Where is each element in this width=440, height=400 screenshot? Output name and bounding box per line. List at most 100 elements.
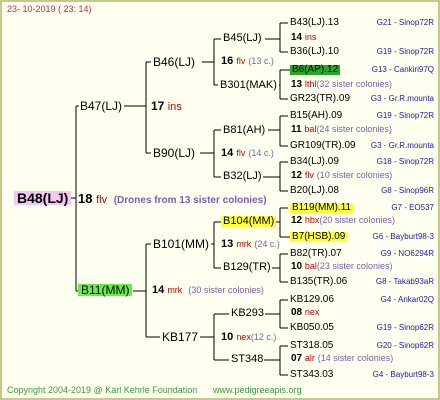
gen4-queen-number: 13 — [291, 79, 303, 90]
gen4-queen-info: 07 alr (14 sister colonies) — [291, 354, 393, 364]
gen4-queen-name[interactable]: ST348 — [231, 354, 263, 365]
gen4-queen-info: 12 flv (10 sister colonies) — [291, 171, 392, 181]
gen3-queen-number: 16 — [221, 55, 234, 67]
gen4-sister-note: (14 sister colonies) — [317, 353, 394, 363]
gen5-queen-name[interactable]: KB129.06 — [290, 295, 334, 305]
gen4-sister-note: (32 sister colonies) — [316, 79, 392, 89]
gen5-origin: G9 - NO6294R — [380, 249, 434, 258]
gen4-queen-name[interactable]: KB293 — [231, 308, 264, 319]
gen4-sister-note: (23 sister colonies) — [316, 261, 393, 271]
gen2-queen-name[interactable]: B11(MM) — [78, 284, 133, 296]
gen5-queen-name[interactable]: B34(LJ).09 — [290, 157, 339, 167]
gen3-queen-info: 10 nex(12 c.) — [221, 332, 276, 343]
gen2-queen-tag: mrk — [167, 285, 183, 295]
gen5-origin: G21 - Sinop72R — [376, 18, 434, 27]
gen5-queen-name[interactable]: B43(LJ).13 — [290, 18, 339, 28]
gen4-queen-info: 11 bal(24 sister colonies) — [291, 125, 392, 135]
gen3-queen-tag: nex — [236, 332, 251, 342]
gen3-queen-tag: flv — [236, 56, 246, 66]
gen3-queen-tag: mrk — [236, 239, 252, 249]
gen5-queen-name[interactable]: KB050.05 — [290, 323, 334, 333]
gen4-queen-number: 12 — [291, 215, 303, 226]
gen3-queen-name[interactable]: B101(MM) — [153, 238, 209, 250]
gen4-queen-tag: alr — [304, 353, 315, 363]
gen5-origin: G19 - Sinop72R — [376, 111, 434, 120]
gen4-queen-tag: lthl — [304, 79, 317, 89]
gen4-queen-tag: bal — [304, 261, 317, 271]
gen4-queen-tag: hbx — [304, 215, 320, 225]
gen4-queen-tag: ins — [304, 32, 317, 42]
gen4-queen-info: 13 lthl(32 sister colonies) — [291, 80, 392, 90]
root-drone-note: (Drones from 13 sister colonies) — [113, 195, 267, 206]
root-queen-name[interactable]: B48(LJ) — [14, 191, 72, 205]
gen3-sister-note: (12 c.) — [250, 332, 277, 342]
gen3-queen-number: 13 — [221, 238, 234, 250]
gen2-queen-number: 14 — [152, 284, 165, 296]
gen4-queen-name[interactable]: B104(MM) — [221, 216, 277, 227]
gen3-queen-number: 10 — [221, 331, 234, 343]
gen4-queen-info: 10 bal(23 sister colonies) — [291, 262, 392, 272]
gen5-origin: G20 - Sinop62R — [376, 341, 434, 350]
gen3-queen-info: 13 mrk (24 c.) — [221, 239, 280, 250]
gen4-sister-note: (10 sister colonies) — [316, 170, 393, 180]
gen2-queen-tag: ins — [167, 101, 182, 113]
gen4-queen-name[interactable]: B45(LJ) — [223, 33, 262, 44]
gen3-queen-tag: flv — [236, 148, 246, 158]
gen3-queen-name[interactable]: B46(LJ) — [153, 56, 195, 68]
gen4-queen-name[interactable]: B301(MAK) — [220, 80, 277, 91]
gen5-origin: G4 - Ankar02Q — [380, 295, 434, 304]
gen4-queen-number: 14 — [291, 32, 303, 43]
gen2-queen-number: 17 — [151, 99, 165, 113]
copyright-text: Copyright 2004-2019 @ Karl Kehrle Founda… — [7, 385, 198, 395]
gen3-sister-note: (24 c.) — [254, 239, 280, 249]
gen4-queen-number: 10 — [291, 261, 303, 272]
gen5-origin: G3 - Gr.R.mounta — [370, 94, 434, 103]
gen5-queen-name[interactable]: ST343.03 — [290, 370, 333, 380]
website-link[interactable]: www.pedigreeapis.org — [213, 386, 302, 395]
gen5-queen-name[interactable]: B7(HSB).09 — [290, 232, 348, 242]
gen5-queen-name[interactable]: ST318.05 — [290, 341, 333, 351]
gen5-origin: G19 - Sinop62R — [376, 323, 434, 332]
gen4-queen-info: 12 hbx(20 sister colonies) — [291, 216, 395, 226]
gen4-queen-number: 11 — [291, 124, 302, 135]
gen5-origin: G19 - Sinop72R — [376, 47, 434, 56]
gen5-queen-name[interactable]: B82(TR).07 — [290, 249, 342, 259]
gen2-queen-info: 14 mrk (30 sister colonies) — [152, 285, 264, 296]
gen4-queen-info: 08 nex — [291, 308, 319, 318]
gen5-queen-name[interactable]: B36(LJ).10 — [290, 47, 339, 57]
gen4-sister-note: (24 sister colonies) — [316, 124, 392, 134]
gen5-origin: G3 - Gr.R.mounta — [370, 141, 434, 150]
gen3-queen-name[interactable]: B90(LJ) — [153, 147, 195, 159]
gen5-origin: G7 - EO537 — [391, 203, 434, 212]
gen2-queen-name[interactable]: B47(LJ) — [80, 100, 122, 112]
gen4-queen-name[interactable]: B129(TR) — [223, 262, 271, 273]
gen2-sister-note: (30 sister colonies) — [188, 285, 264, 295]
gen4-queen-name[interactable]: B32(LJ) — [223, 171, 262, 182]
gen5-queen-name[interactable]: B119(MM).11 — [290, 203, 354, 213]
root-queen-number: 18 — [78, 191, 93, 206]
gen4-queen-tag: flv — [304, 170, 314, 180]
gen3-queen-number: 14 — [221, 147, 234, 159]
gen3-sister-note: (13 c.) — [248, 56, 274, 66]
gen4-queen-info: 14 ins — [291, 33, 316, 43]
gen5-queen-name[interactable]: B6(AP).12 — [290, 65, 341, 75]
gen5-origin: G18 - Sinop72R — [376, 157, 434, 166]
gen5-origin: G8 - Sinop96R — [381, 186, 434, 195]
gen3-sister-note: (14 c.) — [248, 148, 274, 158]
gen5-queen-name[interactable]: B15(AH).09 — [290, 111, 342, 121]
gen3-queen-info: 16 flv (13 c.) — [221, 56, 274, 67]
gen5-queen-name[interactable]: B135(TR).06 — [290, 277, 347, 287]
gen2-queen-info: 17 ins — [151, 100, 182, 113]
gen4-sister-note: (20 sister colonies) — [319, 215, 395, 225]
gen3-queen-name[interactable]: KB177 — [162, 331, 198, 343]
gen4-queen-tag: nex — [304, 307, 320, 317]
gen5-origin: G13 - Cankiri97Q — [371, 65, 434, 74]
gen4-queen-tag: bal — [304, 124, 317, 134]
generation-date: 23- 10-2019 ( 23: 14) — [7, 4, 92, 14]
gen4-queen-number: 08 — [291, 307, 303, 318]
gen4-queen-name[interactable]: B81(AH) — [223, 125, 265, 136]
gen5-queen-name[interactable]: B20(LJ).08 — [290, 186, 339, 196]
gen5-origin: G8 - Takab93aR — [375, 277, 434, 286]
gen5-queen-name[interactable]: GR23(TR).09 — [290, 94, 350, 104]
gen5-queen-name[interactable]: GR109(TR).09 — [290, 141, 356, 151]
